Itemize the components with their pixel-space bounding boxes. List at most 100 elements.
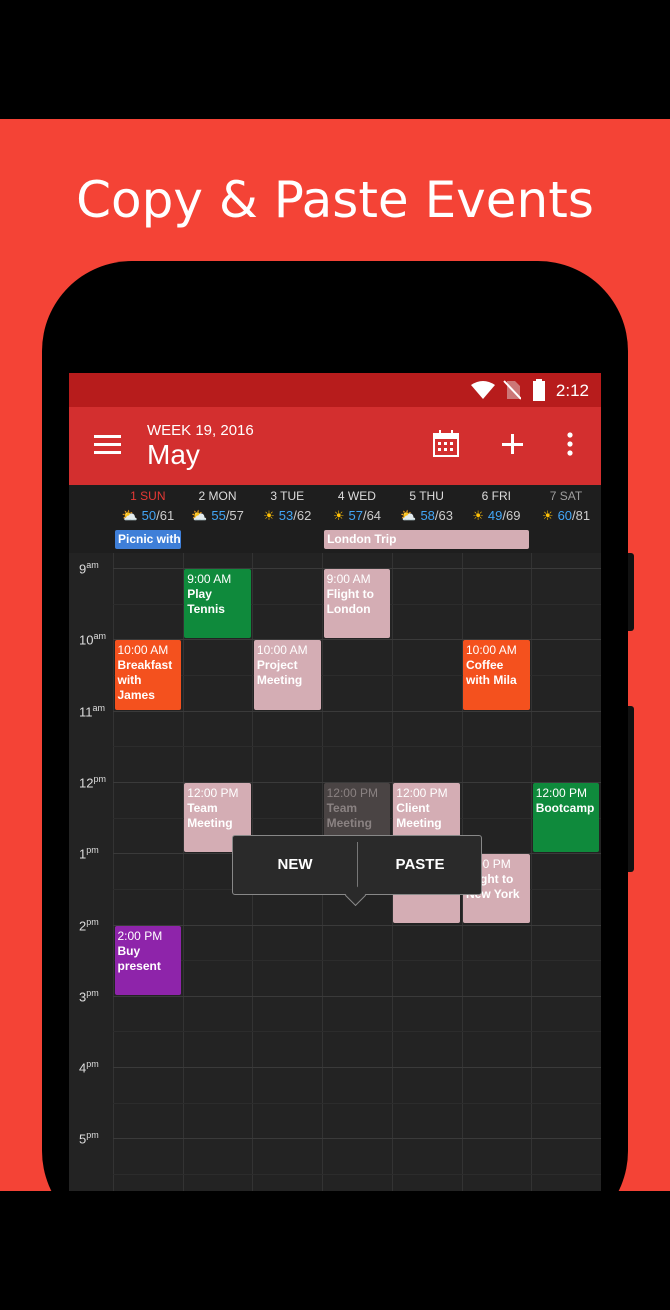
calendar-event[interactable]: 10:00 AM Project Meeting xyxy=(253,640,321,710)
day-label: 3 TUE xyxy=(270,489,305,503)
event-title: Team Meeting xyxy=(326,800,372,830)
more-vert-icon[interactable] xyxy=(555,429,585,459)
temp-low: /64 xyxy=(362,508,382,523)
wifi-icon xyxy=(471,381,495,399)
hour-label: 10am xyxy=(79,631,106,648)
sunny-icon: ☀ xyxy=(472,508,484,523)
half-hour-line xyxy=(113,1031,601,1033)
hour-line xyxy=(113,924,601,926)
weather-forecast: ⛅ 55/57 xyxy=(183,508,253,524)
calendar-event[interactable]: 2:00 PM Buy present xyxy=(114,925,182,995)
event-time: 9:00 AM xyxy=(187,572,232,586)
day-label: 2 MON xyxy=(198,489,237,503)
hour-label: 3pm xyxy=(79,987,99,1005)
event-time: 12:00 PM xyxy=(396,785,448,800)
calendar-event[interactable]: 12:00 PM Bootcamp xyxy=(532,782,600,853)
hour-label: 9am xyxy=(79,560,99,577)
new-button[interactable]: NEW xyxy=(233,836,357,894)
weather-forecast: ⛅ 50/61 xyxy=(113,508,183,524)
event-title: Client Meeting xyxy=(396,800,442,830)
phone-screen: 2:12 WEEK 19, 2016 May 1 SUN ⛅ 50/61 2 MON ⛅… xyxy=(69,373,601,1191)
hour-line xyxy=(113,710,601,712)
day-column-header[interactable]: 5 THU ⛅ 58/63 xyxy=(392,485,462,527)
hour-label: 1pm xyxy=(79,845,99,862)
weather-forecast: ☀ 53/62 xyxy=(252,508,322,524)
menu-icon[interactable] xyxy=(94,435,121,455)
status-time: 2:12 xyxy=(555,381,589,400)
hour-line xyxy=(113,1138,601,1140)
battery-icon xyxy=(533,379,545,401)
event-title: Buy present xyxy=(117,943,161,973)
paste-button[interactable]: PASTE xyxy=(358,836,482,894)
event-time: 9:00 AM xyxy=(326,572,371,586)
temp-high: 50 xyxy=(141,508,157,523)
temp-high: 58 xyxy=(420,508,435,523)
hour-label: 4pm xyxy=(79,1059,99,1076)
power-button xyxy=(628,706,634,872)
app-bar: WEEK 19, 2016 May xyxy=(69,407,601,485)
event-title: Flight to London xyxy=(326,587,374,616)
calendar-event[interactable]: 9:00 AM Flight to London xyxy=(323,569,391,639)
event-title: Play Tennis xyxy=(187,587,225,616)
hour-line xyxy=(113,1067,601,1069)
day-label: 6 FRI xyxy=(481,489,512,503)
temp-low: /69 xyxy=(502,508,521,523)
event-title: Coffee with Mila xyxy=(466,658,517,688)
day-column-header[interactable]: 7 SAT ☀ 60/81 xyxy=(531,485,601,527)
calendar-event[interactable]: 9:00 AM Play Tennis xyxy=(184,569,251,639)
temp-low: /62 xyxy=(293,508,312,523)
event-title: Bootcamp xyxy=(535,800,595,815)
hour-label: 12pm xyxy=(79,773,106,791)
hour-label: 11am xyxy=(79,702,106,719)
promo-title: Copy & Paste Events xyxy=(76,171,594,229)
temp-low: /57 xyxy=(225,508,244,523)
event-time: 12:00 PM xyxy=(326,785,378,800)
partly-cloudy-icon: ⛅ xyxy=(191,508,208,523)
temp-high: 57 xyxy=(348,508,363,523)
day-column-header[interactable]: 1 SUN ⛅ 50/61 xyxy=(113,485,183,527)
sunny-icon: ☀ xyxy=(263,508,275,523)
event-title: Team Meeting xyxy=(187,800,233,830)
temp-high: 53 xyxy=(278,508,294,523)
event-time: 10:00 AM xyxy=(256,643,308,658)
day-column-header[interactable]: 6 FRI ☀ 49/69 xyxy=(462,485,532,527)
sunny-icon: ☀ xyxy=(332,508,345,523)
hour-label: 2pm xyxy=(79,916,99,933)
half-hour-line xyxy=(113,1102,601,1104)
all-day-event[interactable]: London Trip xyxy=(324,530,530,549)
calendar-event[interactable]: 10:00 AM Coffee with Mila xyxy=(463,640,530,710)
weather-forecast: ☀ 49/69 xyxy=(462,508,532,524)
temp-high: 55 xyxy=(211,508,226,523)
all-day-event[interactable]: Picnic with xyxy=(115,530,181,549)
day-divider xyxy=(113,553,114,1191)
event-time: 2:00 PM xyxy=(117,928,163,943)
temp-low: /61 xyxy=(156,508,175,523)
sunny-icon: ☀ xyxy=(541,508,554,523)
partly-cloudy-icon: ⛅ xyxy=(400,508,417,523)
month-title[interactable]: May xyxy=(147,439,200,471)
add-icon[interactable] xyxy=(497,429,527,459)
hour-line xyxy=(113,995,601,997)
copy-paste-popup: NEW PASTE xyxy=(232,835,482,907)
temp-low: /63 xyxy=(434,508,453,523)
day-column-header[interactable]: 4 WED ☀ 57/64 xyxy=(322,485,392,527)
half-hour-line xyxy=(113,746,601,748)
calendar-icon[interactable] xyxy=(431,429,461,459)
weather-forecast: ⛅ 58/63 xyxy=(392,508,462,524)
event-time: 10:00 AM xyxy=(117,643,169,658)
day-column-header[interactable]: 3 TUE ☀ 53/62 xyxy=(252,485,322,527)
temp-high: 60 xyxy=(557,508,573,523)
day-column-header[interactable]: 2 MON ⛅ 55/57 xyxy=(183,485,253,527)
day-label: 1 SUN xyxy=(130,489,166,503)
partly-cloudy-icon: ⛅ xyxy=(121,508,138,523)
status-bar: 2:12 xyxy=(69,373,601,407)
temp-low: /81 xyxy=(572,508,591,523)
week-label: WEEK 19, 2016 xyxy=(147,422,254,439)
event-time: 12:00 PM xyxy=(187,785,239,800)
event-time: 10:00 AM xyxy=(466,643,517,658)
hour-label: 5pm xyxy=(79,1130,99,1147)
calendar-event[interactable]: 10:00 AM Breakfast with James xyxy=(114,640,182,710)
day-divider xyxy=(531,553,533,1191)
no-sim-icon xyxy=(503,380,521,400)
day-label: 4 WED xyxy=(337,489,376,503)
